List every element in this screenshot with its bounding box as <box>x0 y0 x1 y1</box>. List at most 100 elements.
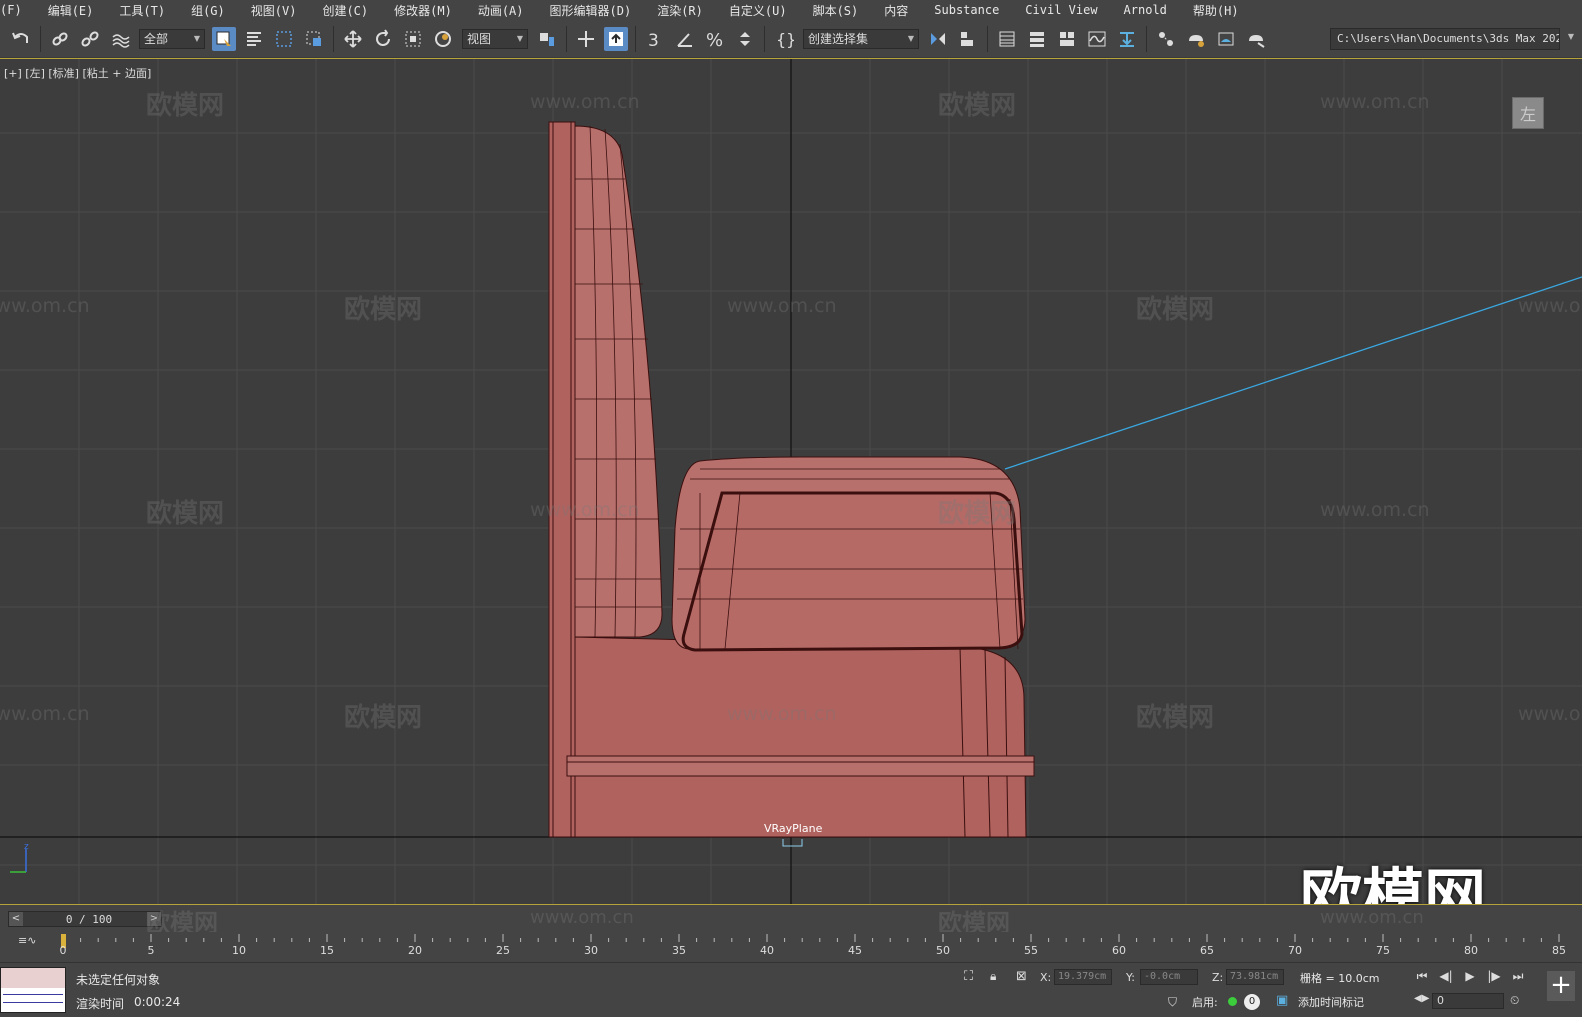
menu-item[interactable]: Civil View <box>1012 3 1110 17</box>
scale-icon[interactable] <box>401 27 425 51</box>
watermark: www.om.cn <box>1320 499 1430 521</box>
snap-3d-icon[interactable]: 3 <box>643 27 667 51</box>
trackbar-tick-label: 60 <box>1112 944 1126 957</box>
y-coordinate-label: Y: <box>1126 971 1135 984</box>
spinner-snap-icon[interactable] <box>733 27 757 51</box>
material-editor-icon[interactable] <box>1154 27 1178 51</box>
left-viewport[interactable]: z [+] [左] [标准] [粘土 + 边面] 左 欧模网 www.om.cn… <box>0 58 1582 904</box>
angle-snap-icon[interactable] <box>673 27 697 51</box>
trackbar-tick-label: 45 <box>848 944 862 957</box>
time-config-icon[interactable]: ⏲ <box>1510 993 1519 1008</box>
pivot-icon[interactable] <box>535 27 559 51</box>
menu-item[interactable]: 动画(A) <box>465 2 537 19</box>
menu-item[interactable]: 图形编辑器(D) <box>537 2 645 19</box>
menu-item[interactable]: 帮助(H) <box>1180 2 1252 19</box>
trackbar-tick-label: 70 <box>1288 944 1302 957</box>
go-to-end-icon[interactable]: ⏭ <box>1508 969 1528 985</box>
next-frame-icon[interactable]: |▶︎ <box>1484 969 1504 985</box>
scene-explorer-icon[interactable] <box>995 27 1019 51</box>
menu-item[interactable]: (F) <box>0 3 35 17</box>
rect-region-icon[interactable] <box>272 27 296 51</box>
z-coordinate-field[interactable]: 73.981cm <box>1226 969 1284 985</box>
watermark: www.om.cn <box>0 295 90 317</box>
schematic-view-icon[interactable] <box>1115 27 1139 51</box>
viewcube[interactable]: 左 <box>1512 97 1544 129</box>
menu-item[interactable]: 渲染(R) <box>644 2 716 19</box>
svg-text:{}: {} <box>776 30 794 49</box>
menu-item[interactable]: 修改器(M) <box>381 2 465 19</box>
go-to-start-icon[interactable]: ⏮ <box>1412 969 1432 985</box>
select-place-icon[interactable] <box>431 27 455 51</box>
rotate-icon[interactable] <box>371 27 395 51</box>
viewport-label[interactable]: [+] [左] [标准] [粘土 + 边面] <box>4 65 151 81</box>
watermark: 欧模网 <box>938 91 1017 121</box>
isolate-selection-icon[interactable]: ⛶ <box>964 969 973 984</box>
keyboard-shortcut-icon[interactable] <box>574 27 598 51</box>
edit-named-selection-icon[interactable]: {} <box>772 27 796 51</box>
select-object-icon[interactable] <box>212 26 236 51</box>
prev-frame-button[interactable]: < <box>9 912 23 926</box>
layer-explorer-icon[interactable] <box>1025 27 1049 51</box>
project-path-field[interactable]: C:\Users\Han\Documents\3ds Max 2022 <box>1330 28 1560 50</box>
grid-size-label: 栅格 = 10.0cm <box>1300 972 1380 985</box>
render-production-icon[interactable] <box>1244 27 1268 51</box>
play-icon[interactable]: ▶ <box>1460 969 1480 985</box>
align-icon[interactable] <box>956 27 980 51</box>
current-frame-field[interactable]: 0 <box>1432 993 1504 1009</box>
render-setup-icon[interactable] <box>1184 27 1208 51</box>
time-tag-icon[interactable]: ▣ <box>1276 993 1288 1008</box>
menu-item[interactable]: 创建(C) <box>309 2 381 19</box>
vrayplane-label: VRayPlane <box>764 822 823 835</box>
named-selection-set-dropdown[interactable]: 创建选择集 ▼ <box>803 28 919 49</box>
render-time-label: 渲染时间 <box>76 997 125 1011</box>
curve-editor-icon[interactable] <box>1085 27 1109 51</box>
move-icon[interactable] <box>341 27 365 51</box>
undo-icon[interactable] <box>9 27 33 51</box>
key-mode-icon[interactable]: ◀▶ <box>1414 993 1429 1004</box>
menu-item[interactable]: 编辑(E) <box>35 2 107 19</box>
menu-item[interactable]: 工具(T) <box>106 2 178 19</box>
snap-toggle-icon[interactable] <box>604 26 628 51</box>
chevron-down-icon: ▼ <box>907 34 914 43</box>
watermark: www.om.cn <box>1320 907 1424 928</box>
menu-item[interactable]: 内容 <box>871 2 921 19</box>
trackbar-tick-label: 25 <box>496 944 510 957</box>
trackbar-tick-label: 5 <box>147 944 155 957</box>
adaptive-degradation-icon[interactable]: ⛉ <box>1168 995 1177 1010</box>
menu-item[interactable]: 脚本(S) <box>800 2 872 19</box>
link-icon[interactable] <box>48 27 72 51</box>
viewport-navigation-plus-icon[interactable]: + <box>1547 971 1575 1001</box>
bind-spacewarp-icon[interactable] <box>108 27 132 51</box>
trackbar-tick-label: 85 <box>1552 944 1566 957</box>
absolute-mode-icon[interactable]: ⊠ <box>1016 969 1027 984</box>
toolbar-separator <box>635 25 636 52</box>
previous-frame-icon[interactable]: ◀︎| <box>1436 969 1456 985</box>
menu-item[interactable]: 视图(V) <box>238 2 310 19</box>
menu-item[interactable]: Substance <box>921 3 1012 17</box>
y-coordinate-field[interactable]: -0.0cm <box>1140 969 1198 985</box>
selection-filter-dropdown[interactable]: 全部 ▼ <box>139 28 205 49</box>
mirror-icon[interactable] <box>926 27 950 51</box>
toggle-ribbon-icon[interactable] <box>1055 27 1079 51</box>
menu-item[interactable]: 组(G) <box>178 2 238 19</box>
maxscript-listener-preview[interactable] <box>0 967 66 1013</box>
time-slider-track[interactable]: < 0 / 100 > <box>8 911 162 927</box>
watermark: www.om.cn <box>0 703 90 725</box>
trackbar-tick-label: 65 <box>1200 944 1214 957</box>
time-slider: < 0 / 100 > 欧模网 www.om.cn 欧模网 www.om.cn <box>0 904 1582 937</box>
chevron-down-icon[interactable]: ▼ <box>1568 32 1574 41</box>
rendered-frame-icon[interactable] <box>1214 27 1238 51</box>
trackbar[interactable]: ≡∿ 0 5 10 15 20 25 30 35 40 45 50 55 60 65 70 75 80 85 <box>0 932 1582 962</box>
percent-snap-icon[interactable]: % <box>703 27 727 51</box>
menu-item[interactable]: Arnold <box>1111 3 1180 17</box>
menu-item[interactable]: 自定义(U) <box>716 2 800 19</box>
lock-icon[interactable]: 🔒︎ <box>990 969 996 984</box>
toolbar-separator <box>764 25 765 52</box>
window-crossing-icon[interactable] <box>302 27 326 51</box>
add-time-tag-button[interactable]: 添加时间标记 <box>1298 994 1364 1010</box>
reference-coordinate-dropdown[interactable]: 视图 ▼ <box>462 28 528 49</box>
unlink-icon[interactable] <box>78 27 102 51</box>
watermark: www.om.cn <box>530 907 634 928</box>
x-coordinate-field[interactable]: 19.379cm <box>1054 969 1112 985</box>
select-by-name-icon[interactable] <box>242 27 266 51</box>
